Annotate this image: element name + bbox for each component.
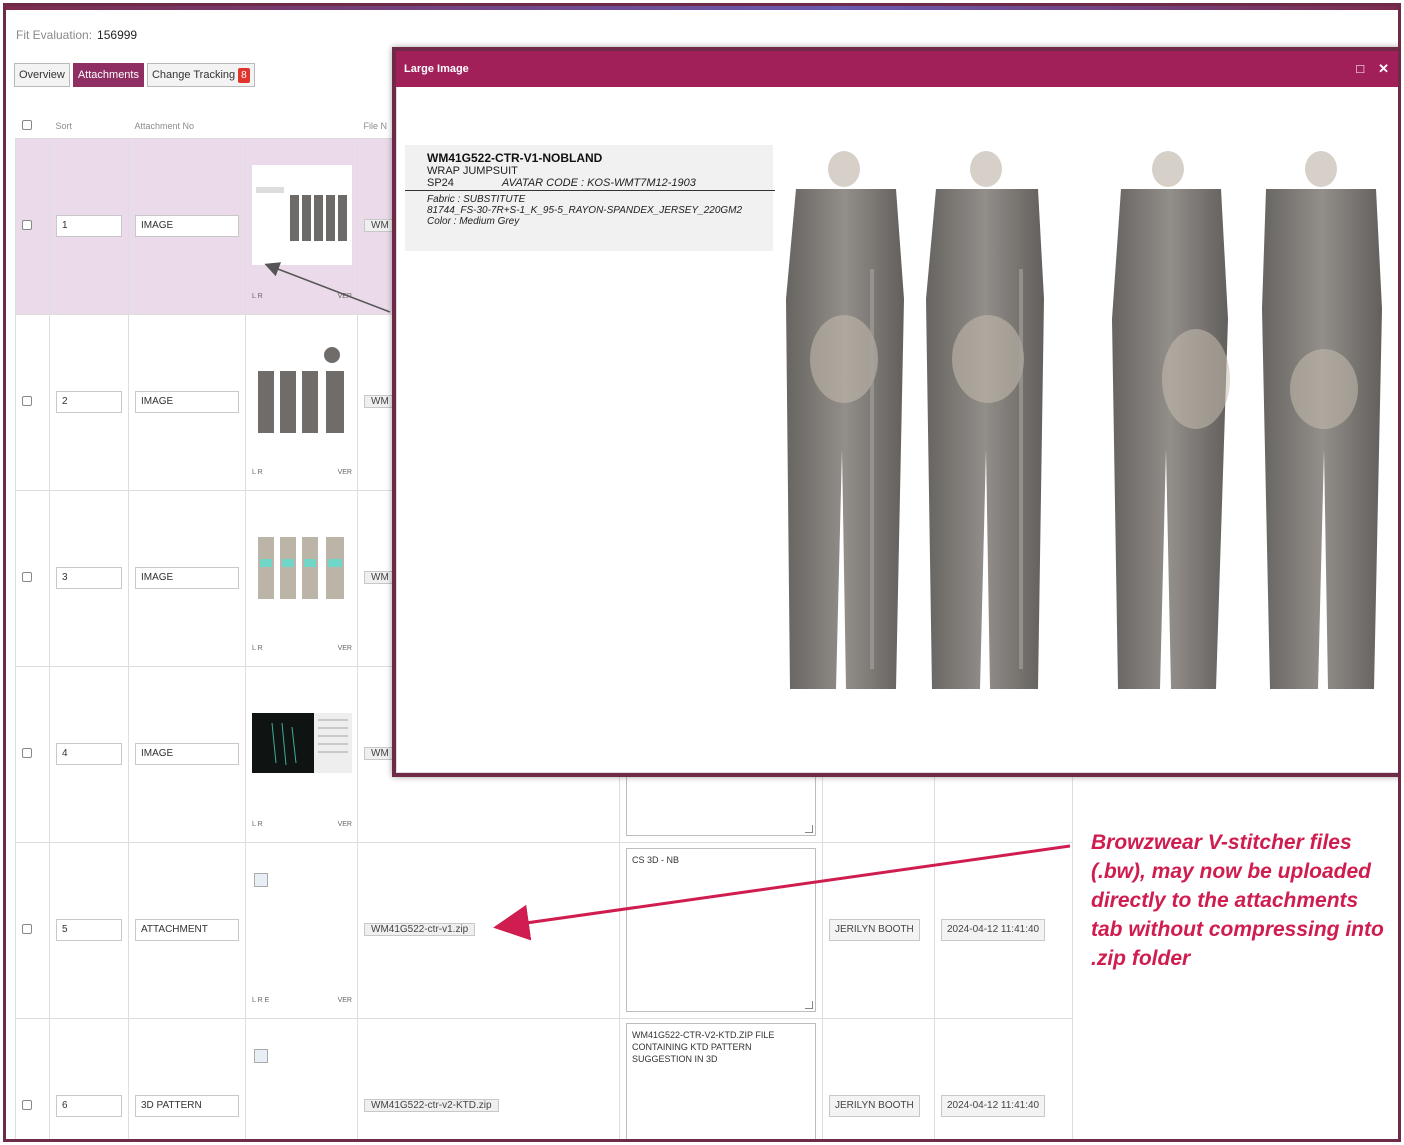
attachment-thumbnail[interactable] xyxy=(252,164,352,265)
caption-right: VER xyxy=(337,292,352,300)
divider xyxy=(405,190,775,191)
uploaded-date-field: 2024-04-12 11:41:40 xyxy=(941,1095,1046,1117)
caption-left: L R xyxy=(252,468,263,476)
page-title-value: 156999 xyxy=(97,28,138,42)
uploaded-by-field: JERILYN BOOTH xyxy=(829,1095,920,1117)
thumbnail-caption: L R VER xyxy=(252,821,352,828)
sort-input[interactable]: 4 xyxy=(56,743,122,765)
file-name-field[interactable]: WM41G522-ctr-v1.zip xyxy=(364,923,476,936)
caption-left: L R E xyxy=(252,996,270,1004)
color-label: Color : Medium Grey xyxy=(427,216,520,227)
modal-body: WM41G522-CTR-V1-NOBLAND WRAP JUMPSUIT SP… xyxy=(396,87,1398,773)
style-code: WM41G522-CTR-V1-NOBLAND xyxy=(427,151,603,165)
uploaded-by-field: JERILYN BOOTH xyxy=(829,919,920,941)
change-count-badge: 8 xyxy=(238,68,250,83)
modal-title: Large Image xyxy=(404,63,469,75)
uploaded-date-field: 2024-04-12 11:41:40 xyxy=(941,919,1046,941)
table-row[interactable]: 6 3D PATTERN WM41G522-ctr-v2-KTD.zip WM4… xyxy=(15,1017,1073,1139)
table-row[interactable]: 5 ATTACHMENT L R E VER WM41G522-ctr-v1.zi… xyxy=(15,841,1073,1019)
caption-right: VER xyxy=(337,820,352,828)
attachment-type-field[interactable]: IMAGE xyxy=(135,743,239,765)
attachment-type-field[interactable]: ATTACHMENT xyxy=(135,919,239,941)
close-icon[interactable]: ✕ xyxy=(1378,51,1389,87)
thumbnail-caption: L R E VER xyxy=(252,997,352,1004)
garment-info-panel: WM41G522-CTR-V1-NOBLAND WRAP JUMPSUIT SP… xyxy=(405,145,775,251)
tab-change-tracking-label: Change Tracking xyxy=(151,69,236,81)
broken-image-icon xyxy=(254,872,268,887)
sort-input[interactable]: 1 xyxy=(56,215,122,237)
sort-input[interactable]: 5 xyxy=(56,919,122,941)
thumbnail-caption: L R VER xyxy=(252,293,352,300)
fabric-detail: 81744_FS-30-7R+S-1_K_95-5_RAYON-SPANDEX_… xyxy=(427,205,743,216)
row-checkbox[interactable] xyxy=(22,395,32,406)
broken-image-icon xyxy=(254,1048,268,1063)
main-frame: Fit Evaluation: 156999 Overview Attachmen… xyxy=(3,3,1401,1142)
tab-change-tracking[interactable]: Change Tracking 8 xyxy=(146,63,255,87)
file-name-field[interactable]: WM xyxy=(364,571,396,584)
sort-input[interactable]: 3 xyxy=(56,567,122,589)
file-name-field[interactable]: WM xyxy=(364,395,396,408)
sort-input[interactable]: 2 xyxy=(56,391,122,413)
fabric-label: Fabric : SUBSTITUTE xyxy=(427,194,526,205)
header-attachment-no[interactable]: Attachment No xyxy=(128,114,246,139)
attachment-thumbnail[interactable] xyxy=(252,340,352,441)
modal-header: Large Image □ ✕ xyxy=(396,51,1398,87)
attachment-type-field[interactable]: IMAGE xyxy=(135,391,239,413)
garment-render-image xyxy=(776,149,1391,709)
tab-bar: Overview Attachments Change Tracking 8 xyxy=(14,63,255,87)
row-checkbox[interactable] xyxy=(22,747,32,758)
thumbnail-caption: L R VER xyxy=(252,645,352,652)
select-all-checkbox[interactable] xyxy=(21,119,32,130)
page-title-label: Fit Evaluation: xyxy=(16,28,93,42)
file-name-field[interactable]: WM xyxy=(364,219,396,232)
description-textarea[interactable]: WM41G522-CTR-V2-KTD.ZIP FILE CONTAINING … xyxy=(626,1022,816,1139)
tab-overview-label: Overview xyxy=(19,69,65,81)
caption-left: L R xyxy=(252,820,263,828)
caption-left: L R xyxy=(252,644,263,652)
tab-overview[interactable]: Overview xyxy=(14,63,70,87)
row-checkbox[interactable] xyxy=(22,571,32,582)
large-image-modal: Large Image □ ✕ WM41G522-CTR-V1-NOBLAND … xyxy=(392,47,1398,777)
row-checkbox[interactable] xyxy=(22,1099,32,1110)
season: SP24 xyxy=(427,177,454,189)
row-checkbox[interactable] xyxy=(22,219,32,230)
maximize-icon[interactable]: □ xyxy=(1356,51,1364,87)
file-name-field[interactable]: WM41G522-ctr-v2-KTD.zip xyxy=(364,1099,499,1112)
tab-attachments-label: Attachments xyxy=(77,69,139,81)
thumbnail-caption: L R VER xyxy=(252,469,352,476)
row-checkbox[interactable] xyxy=(22,923,32,934)
description-textarea[interactable] xyxy=(626,775,816,836)
description-textarea[interactable]: CS 3D - NB xyxy=(626,848,816,1012)
page-title: Fit Evaluation: 156999 xyxy=(16,28,137,42)
caption-left: L R xyxy=(252,292,263,300)
sort-input[interactable]: 6 xyxy=(56,1095,122,1117)
attachment-thumbnail[interactable] xyxy=(252,516,352,617)
caption-right: VER xyxy=(337,644,352,652)
attachment-thumbnail[interactable] xyxy=(252,692,352,793)
tab-attachments[interactable]: Attachments xyxy=(72,63,144,87)
caption-right: VER xyxy=(337,996,352,1004)
header-sort[interactable]: Sort xyxy=(49,114,129,139)
caption-right: VER xyxy=(337,468,352,476)
attachment-type-field[interactable]: IMAGE xyxy=(135,567,239,589)
annotation-callout: Browzwear V-stitcher files (.bw), may no… xyxy=(1091,831,1384,970)
top-accent-bar xyxy=(6,6,1398,10)
style-name: WRAP JUMPSUIT xyxy=(427,165,518,177)
header-thumbnail xyxy=(245,114,358,139)
attachment-type-field[interactable]: 3D PATTERN xyxy=(135,1095,239,1117)
file-name-field[interactable]: WM xyxy=(364,747,396,760)
attachment-type-field[interactable]: IMAGE xyxy=(135,215,239,237)
avatar-code: AVATAR CODE : KOS-WMT7M12-1903 xyxy=(501,177,696,189)
